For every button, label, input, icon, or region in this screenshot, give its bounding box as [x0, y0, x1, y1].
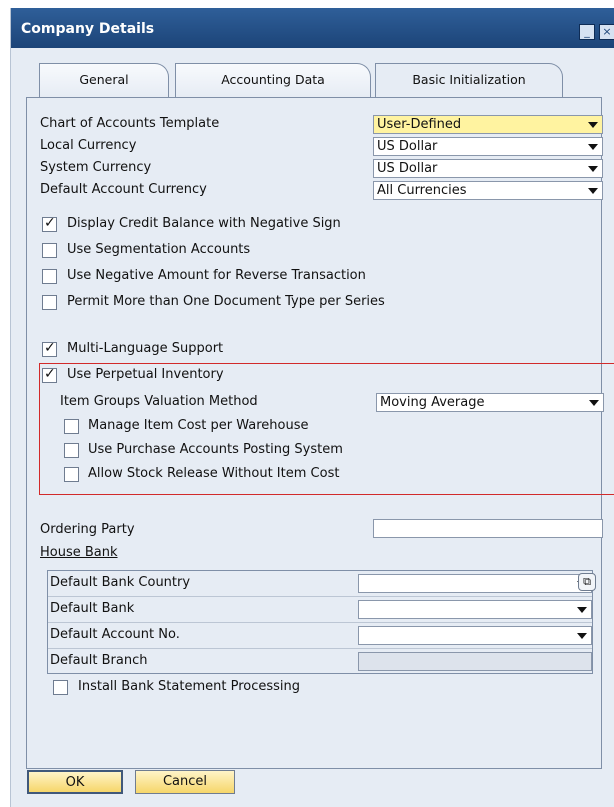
allow-stock-release-label: Allow Stock Release Without Item Cost: [88, 466, 340, 481]
permit-more-doc-type-label: Permit More than One Document Type per S…: [67, 294, 385, 309]
manage-item-cost-label: Manage Item Cost per Warehouse: [88, 418, 309, 433]
bank-country-row: Default Bank Country: [48, 571, 592, 597]
branch-label: Default Branch: [50, 653, 148, 668]
chevron-down-icon: [577, 633, 587, 639]
use-negative-amount-label: Use Negative Amount for Reverse Transact…: [67, 268, 366, 283]
account-no-row: Default Account No.: [48, 623, 592, 649]
tab-basic-initialization-label: Basic Initialization: [412, 72, 526, 87]
default-account-currency-value: All Currencies: [377, 183, 467, 198]
window-title: Company Details: [21, 21, 155, 37]
default-account-currency-label: Default Account Currency: [40, 182, 207, 197]
bank-label: Default Bank: [50, 601, 135, 616]
chevron-down-icon: [577, 607, 587, 613]
close-icon: ×: [602, 25, 612, 38]
bank-row: Default Bank: [48, 597, 592, 623]
tab-accounting-data-label: Accounting Data: [221, 72, 325, 87]
coa-template-value: User-Defined: [377, 117, 462, 132]
link-arrow-icon[interactable]: ⧉: [578, 573, 596, 591]
bank-country-select[interactable]: [358, 574, 592, 593]
tab-bar: General Accounting Data Basic Initializa…: [11, 63, 614, 99]
tab-basic-initialization[interactable]: Basic Initialization: [375, 63, 563, 99]
coa-template-label: Chart of Accounts Template: [40, 116, 220, 131]
branch-field: [358, 652, 592, 671]
coa-template-select[interactable]: User-Defined: [373, 115, 603, 134]
use-negative-amount-checkbox[interactable]: [42, 269, 57, 284]
display-credit-balance-label: Display Credit Balance with Negative Sig…: [67, 216, 341, 231]
allow-stock-release-checkbox[interactable]: [64, 467, 79, 482]
install-bank-statement-label: Install Bank Statement Processing: [78, 679, 301, 694]
local-currency-value: US Dollar: [377, 139, 438, 154]
local-currency-select[interactable]: US Dollar: [373, 137, 603, 156]
account-no-label: Default Account No.: [50, 627, 180, 642]
ordering-party-label: Ordering Party: [40, 522, 135, 537]
minimize-icon: _: [584, 25, 590, 38]
system-currency-label: System Currency: [40, 160, 152, 175]
close-button[interactable]: ×: [599, 24, 614, 40]
install-bank-statement-checkbox[interactable]: [53, 680, 68, 695]
tab-general[interactable]: General: [39, 63, 169, 97]
multi-language-checkbox[interactable]: ✓: [42, 340, 57, 357]
chevron-down-icon: [588, 122, 598, 128]
bank-country-label: Default Bank Country: [50, 575, 191, 590]
valuation-method-value: Moving Average: [380, 395, 485, 410]
valuation-method-select[interactable]: Moving Average: [376, 393, 604, 412]
basic-initialization-panel: Chart of Accounts Template User-Defined …: [26, 97, 614, 769]
check-icon: ✓: [44, 215, 56, 231]
minimize-button[interactable]: _: [579, 24, 595, 40]
default-account-currency-select[interactable]: All Currencies: [373, 181, 603, 200]
use-segmentation-label: Use Segmentation Accounts: [67, 242, 251, 257]
house-bank-link[interactable]: House Bank: [40, 545, 118, 560]
house-bank-table: Default Bank Country Default Bank Defaul…: [47, 570, 593, 674]
perpetual-inventory-checkbox[interactable]: ✓: [42, 366, 57, 383]
chevron-down-icon: [588, 188, 598, 194]
valuation-method-label: Item Groups Valuation Method: [60, 394, 258, 409]
chevron-down-icon: [588, 166, 598, 172]
tab-general-label: General: [79, 72, 129, 87]
bank-select[interactable]: [358, 600, 592, 619]
branch-row: Default Branch: [48, 649, 592, 675]
system-currency-select[interactable]: US Dollar: [373, 159, 603, 178]
ordering-party-input[interactable]: [373, 519, 603, 538]
manage-item-cost-checkbox[interactable]: [64, 419, 79, 434]
ok-button[interactable]: OK: [27, 770, 123, 794]
display-credit-balance-checkbox[interactable]: ✓: [42, 215, 57, 232]
company-details-window: Company Details _ × General Accounting D…: [10, 8, 614, 807]
check-icon: ✓: [44, 366, 56, 382]
cancel-button[interactable]: Cancel: [135, 770, 235, 794]
chevron-down-icon: [588, 144, 598, 150]
title-bar[interactable]: Company Details _ ×: [11, 8, 614, 48]
permit-more-doc-type-checkbox[interactable]: [42, 295, 57, 310]
purchase-accounts-posting-checkbox[interactable]: [64, 443, 79, 458]
tab-accounting-data[interactable]: Accounting Data: [175, 63, 371, 97]
perpetual-inventory-label: Use Perpetual Inventory: [67, 367, 224, 382]
system-currency-value: US Dollar: [377, 161, 438, 176]
local-currency-label: Local Currency: [40, 138, 137, 153]
check-icon: ✓: [44, 340, 56, 356]
account-no-select[interactable]: [358, 626, 592, 645]
purchase-accounts-posting-label: Use Purchase Accounts Posting System: [88, 442, 343, 457]
use-segmentation-checkbox[interactable]: [42, 243, 57, 258]
multi-language-label: Multi-Language Support: [67, 341, 224, 356]
chevron-down-icon: [589, 400, 599, 406]
